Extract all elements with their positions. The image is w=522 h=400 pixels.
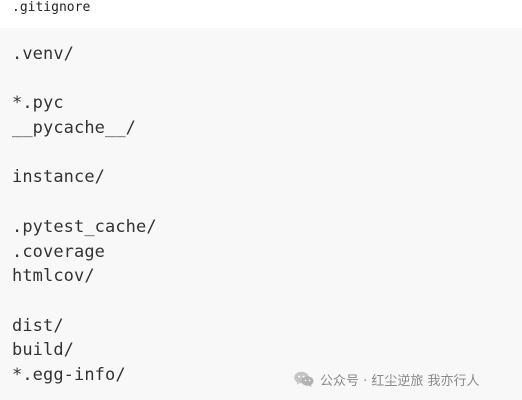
file-header: .gitignore [0,0,522,28]
file-name-label: .gitignore [12,0,91,15]
code-line: build/ [12,340,75,360]
code-line: .pytest_cache/ [12,217,157,237]
code-block: .venv/ *.pyc __pycache__/ instance/ .pyt… [0,28,522,400]
code-line: __pycache__/ [12,118,137,138]
code-line: *.pyc [12,93,64,113]
code-line: htmlcov/ [12,266,95,286]
code-line: *.egg-info/ [12,365,126,385]
code-line: .coverage [12,242,106,262]
wechat-icon [294,371,314,387]
code-line: instance/ [12,167,106,187]
code-line: .venv/ [12,44,75,64]
watermark: 公众号 · 红尘逆旅 我亦行人 [293,368,480,390]
code-line: dist/ [12,316,64,336]
watermark-text: 公众号 · 红尘逆旅 我亦行人 [320,373,480,389]
